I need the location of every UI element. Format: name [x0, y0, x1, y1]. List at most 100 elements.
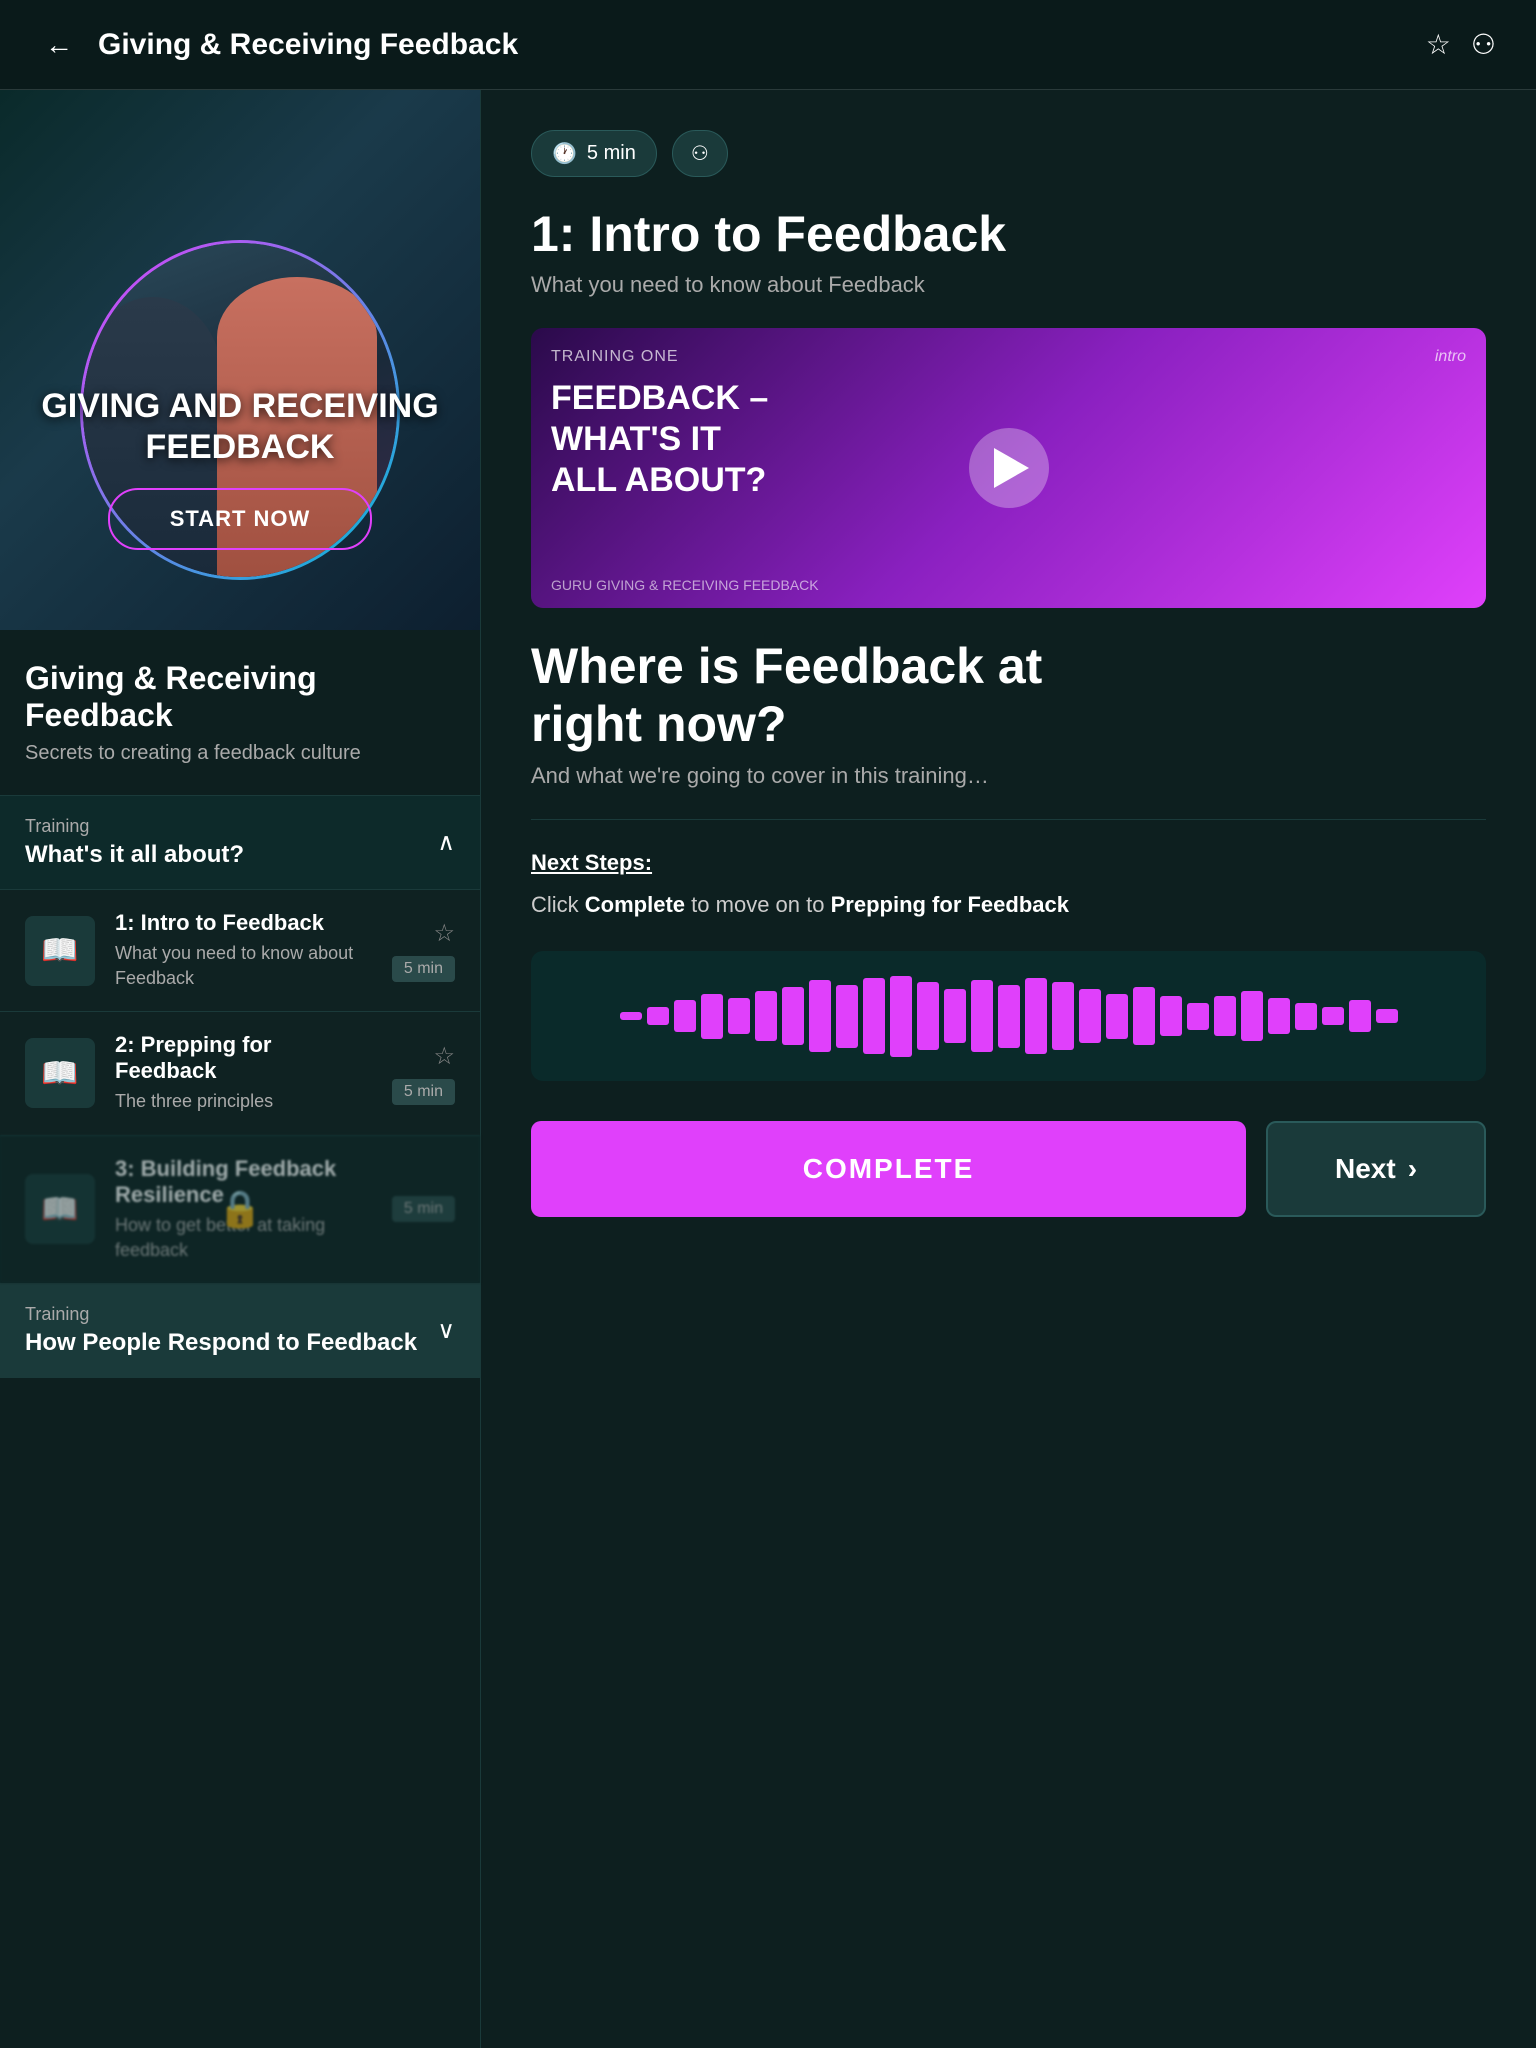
lesson-item-2[interactable]: 📖 2: Prepping for Feedback The three pri… [0, 1011, 480, 1134]
lesson-icon-1: 📖 [25, 916, 95, 986]
complete-bold: Complete [585, 892, 685, 917]
chevron-up-icon: ∧ [437, 828, 455, 857]
share-button[interactable]: ⚇ [1471, 28, 1496, 61]
video-thumbnail[interactable]: TRAINING ONE intro FEEDBACK – WHAT'S IT … [531, 328, 1486, 608]
wave-bar [1133, 987, 1155, 1046]
next-steps-title: Next Steps: [531, 850, 1486, 876]
right-panel: 🕐 5 min ⚇ 1: Intro to Feedback What you … [480, 90, 1536, 2048]
star-icon-1[interactable]: ☆ [433, 919, 455, 948]
start-now-button[interactable]: START NOW [108, 488, 373, 550]
lesson-icon-2: 📖 [25, 1038, 95, 1108]
training-name-2: How People Respond to Feedback [25, 1329, 417, 1357]
lesson-icon-3: 📖 [25, 1174, 95, 1244]
hero-image: GIVING AND RECEIVING FEEDBACK START NOW [0, 90, 480, 630]
training-section-2: Training How People Respond to Feedback … [0, 1284, 480, 1378]
complete-button[interactable]: COMPLETE [531, 1121, 1246, 1217]
wave-bar [863, 978, 885, 1055]
wave-bar [1052, 982, 1074, 1050]
wave-bar [944, 989, 966, 1043]
next-label: Next [1335, 1153, 1396, 1185]
prepping-bold: Prepping for Feedback [831, 892, 1069, 917]
action-buttons: COMPLETE Next › [531, 1121, 1486, 1217]
wave-bar [1106, 994, 1128, 1039]
play-triangle-icon [994, 448, 1029, 488]
wave-bar [1322, 1007, 1344, 1025]
lesson-info-2: 2: Prepping for Feedback The three princ… [115, 1032, 372, 1114]
header-icons: ☆ ⚇ [1426, 28, 1496, 61]
lesson-item-1[interactable]: 📖 1: Intro to Feedback What you need to … [0, 889, 480, 1011]
wave-bar [647, 1007, 669, 1025]
header-left: ← Giving & Receiving Feedback [40, 24, 518, 66]
hero-text: GIVING AND RECEIVING FEEDBACK START NOW [41, 386, 438, 550]
wave-bar [809, 980, 831, 1052]
badges-row: 🕐 5 min ⚇ [531, 130, 1486, 177]
book-icon-1: 📖 [41, 933, 78, 968]
wave-bar [620, 1012, 642, 1019]
lesson-subheading: What you need to know about Feedback [531, 272, 1486, 298]
divider-1 [531, 819, 1486, 820]
clock-icon: 🕐 [552, 141, 577, 166]
bookmark-button[interactable]: ☆ [1426, 28, 1451, 61]
play-button[interactable] [969, 428, 1049, 508]
training-header-1[interactable]: Training What's it all about? ∧ [0, 796, 480, 889]
wave-bar [1187, 1003, 1209, 1030]
course-subtitle: Secrets to creating a feedback culture [25, 742, 455, 765]
next-steps-text: Click Complete to move on to Prepping fo… [531, 888, 1486, 921]
wave-bar [998, 985, 1020, 1048]
back-button[interactable]: ← [40, 24, 78, 66]
course-info: Giving & Receiving Feedback Secrets to c… [0, 630, 480, 796]
lesson-info-1: 1: Intro to Feedback What you need to kn… [115, 910, 372, 991]
wave-bar [1349, 1000, 1371, 1032]
training-header-2[interactable]: Training How People Respond to Feedback … [0, 1284, 480, 1377]
lesson-title-2: 2: Prepping for Feedback [115, 1032, 372, 1084]
book-icon-2: 📖 [41, 1056, 78, 1091]
video-title-text: FEEDBACK – WHAT'S IT ALL ABOUT? [551, 378, 768, 500]
duration-badge-3: 5 min [392, 1196, 455, 1222]
wave-bar [1268, 998, 1290, 1034]
wave-bar [971, 980, 993, 1052]
course-title: Giving & Receiving Feedback [25, 660, 455, 734]
wave-bar [1295, 1003, 1317, 1030]
duration-badge-2: 5 min [392, 1079, 455, 1105]
video-training-label: TRAINING ONE [551, 348, 679, 366]
next-arrow-icon: › [1408, 1153, 1417, 1185]
wave-bar [1241, 991, 1263, 1041]
link-copy-button[interactable]: ⚇ [672, 130, 728, 177]
star-icon-2[interactable]: ☆ [433, 1042, 455, 1071]
header-title: Giving & Receiving Feedback [98, 28, 518, 62]
audio-waveform[interactable] [531, 951, 1486, 1081]
next-steps-area: Next Steps: Click Complete to move on to… [531, 850, 1486, 921]
training-label-2: Training [25, 1304, 417, 1325]
next-button[interactable]: Next › [1266, 1121, 1486, 1217]
duration-text: 5 min [587, 142, 636, 165]
hero-title: GIVING AND RECEIVING FEEDBACK [41, 386, 438, 468]
lesson-meta-1: ☆ 5 min [392, 919, 455, 982]
chevron-down-icon: ∨ [437, 1316, 455, 1345]
time-badge: 🕐 5 min [531, 130, 657, 177]
section-subtext: And what we're going to cover in this tr… [531, 763, 1486, 789]
wave-bar [674, 1000, 696, 1032]
video-intro-label: intro [1435, 348, 1466, 366]
wave-bar [782, 987, 804, 1046]
lesson-heading-area: 1: Intro to Feedback What you need to kn… [531, 207, 1486, 298]
wave-bar [1025, 978, 1047, 1055]
lesson-title-1: 1: Intro to Feedback [115, 910, 372, 936]
lesson-item-3: 📖 3: Building Feedback Resilience How to… [0, 1135, 480, 1283]
video-branding: GURU GIVING & RECEIVING FEEDBACK [551, 577, 819, 593]
wave-bar [890, 976, 912, 1057]
wave-bar [755, 991, 777, 1041]
duration-badge-1: 5 min [392, 956, 455, 982]
training-section-1: Training What's it all about? ∧ 📖 1: Int… [0, 796, 480, 1284]
wave-bar [917, 982, 939, 1050]
section-heading: Where is Feedback at right now? [531, 638, 1486, 753]
wave-bar [728, 998, 750, 1034]
lock-icon: 🔒 [218, 1188, 263, 1230]
training-name-1: What's it all about? [25, 841, 244, 869]
book-icon-3: 📖 [41, 1192, 78, 1227]
wave-bar [1214, 996, 1236, 1037]
wave-bar [1160, 996, 1182, 1037]
main-layout: GIVING AND RECEIVING FEEDBACK START NOW … [0, 90, 1536, 2048]
left-panel: GIVING AND RECEIVING FEEDBACK START NOW … [0, 90, 480, 2048]
lesson-heading: 1: Intro to Feedback [531, 207, 1486, 262]
wave-bar [1079, 989, 1101, 1043]
